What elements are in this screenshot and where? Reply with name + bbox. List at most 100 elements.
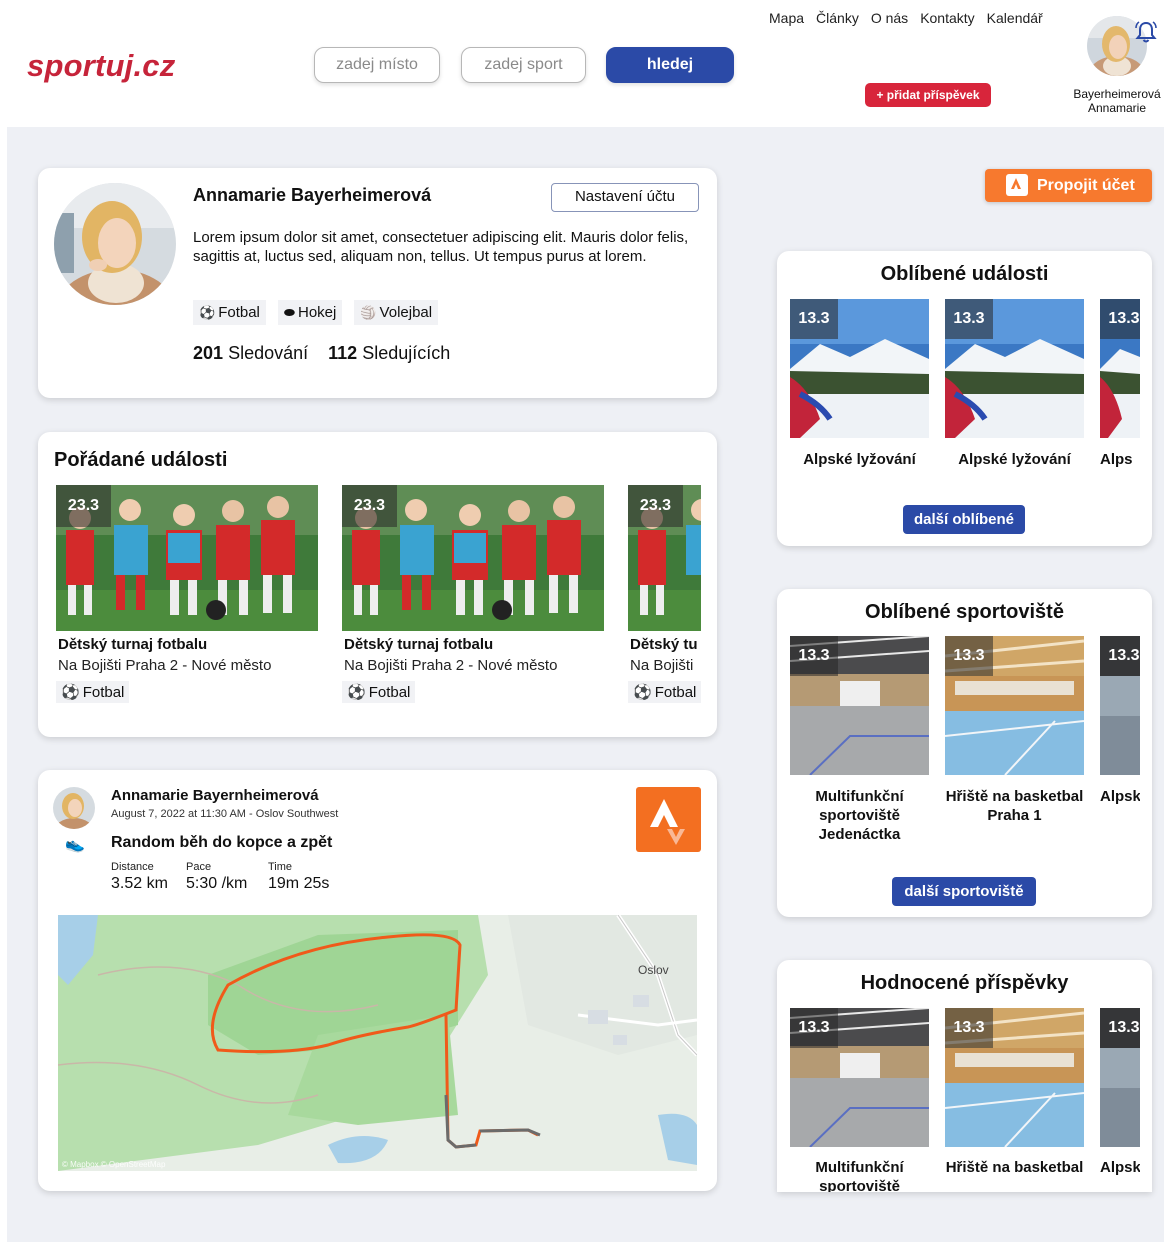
favorite-event-label[interactable]: Alpské lyžování xyxy=(790,450,929,469)
event-location: Na Bojišti Praha 2 - Nové město xyxy=(58,657,272,674)
map-city-label: Oslov xyxy=(638,963,669,977)
top-header: sportuj.cz zadej místo zadej sport hlede… xyxy=(0,0,1164,127)
profile-card: Annamarie Bayerheimerová Nastavení účtu … xyxy=(38,168,717,398)
tag-hockey[interactable]: ⬬ Hokej xyxy=(277,300,343,325)
rated-post-image[interactable]: 13.3 xyxy=(945,1008,1084,1147)
event-sport-tag: ⚽ Fotbal xyxy=(628,681,701,703)
route-map[interactable]: Oslov © Mapbox © OpenStreetMap xyxy=(58,915,697,1171)
favorite-venue-image[interactable]: 13.3 xyxy=(1100,636,1140,775)
favorite-event-date-badge: 13.3 xyxy=(1100,299,1140,339)
rated-post-label[interactable]: Multifunkční sportoviště xyxy=(790,1158,929,1192)
football-icon: ⚽ xyxy=(199,305,216,320)
event-title[interactable]: Dětský turnaj fotbalu xyxy=(56,636,318,653)
rated-post-label[interactable]: Alpsk xyxy=(1100,1158,1140,1177)
rated-post-image[interactable]: 13.3 xyxy=(1100,1008,1140,1147)
running-shoe-icon: 👟 xyxy=(65,836,85,853)
volleyball-icon: 🏐 xyxy=(360,305,377,320)
event-image[interactable]: 23.3 xyxy=(56,485,318,631)
event-image[interactable]: 23.3 xyxy=(342,485,604,631)
activity-author-avatar[interactable] xyxy=(53,787,95,829)
organized-events-title: Pořádané události xyxy=(54,449,228,471)
more-favorites-button[interactable]: další oblíbené xyxy=(903,505,1025,534)
rated-post-date-badge: 13.3 xyxy=(1100,1008,1140,1048)
rated-posts-card: Hodnocené příspěvky 13.3 Multifunkční sp… xyxy=(777,960,1152,1192)
favorite-event-image[interactable]: 13.3 xyxy=(790,299,929,438)
football-icon: ⚽ xyxy=(347,684,366,701)
sport-input[interactable]: zadej sport xyxy=(461,47,586,83)
nav-item-calendar[interactable]: Kalendář xyxy=(987,10,1043,26)
tag-football[interactable]: ⚽ Fotbal xyxy=(193,300,266,325)
tag-volleyball[interactable]: 🏐 Volejbal xyxy=(354,300,439,325)
football-icon: ⚽ xyxy=(61,684,80,701)
favorite-venue-label[interactable]: Hřiště na basketbal Praha 1 xyxy=(945,787,1084,825)
rated-post-date-badge: 13.3 xyxy=(790,1008,838,1048)
favorite-venue-image[interactable]: 13.3 xyxy=(790,636,929,775)
football-icon: ⚽ xyxy=(633,684,652,701)
event-location: Na Bojišti Praha 2 - Nové město xyxy=(344,657,558,674)
favorite-venues-card: Oblíbené sportoviště 13.3 Multifunkční s… xyxy=(777,589,1152,917)
event-sport-tag: ⚽ Fotbal xyxy=(56,681,130,703)
add-post-button[interactable]: + přidat příspěvek xyxy=(865,83,991,107)
nav-item-about[interactable]: O nás xyxy=(871,10,908,26)
following-label[interactable]: Sledování xyxy=(228,343,308,363)
favorite-event-label[interactable]: Alps xyxy=(1100,450,1140,469)
nav-item-map[interactable]: Mapa xyxy=(769,10,804,26)
activity-card: Annamarie Bayernheimerová August 7, 2022… xyxy=(38,770,717,1191)
nav-item-contacts[interactable]: Kontakty xyxy=(920,10,974,26)
event-title[interactable]: Dětský tu xyxy=(628,636,701,653)
favorite-event-date-badge: 13.3 xyxy=(945,299,993,339)
site-logo[interactable]: sportuj.cz xyxy=(27,48,175,84)
notification-bell-icon[interactable] xyxy=(1133,19,1159,45)
following-count[interactable]: 201 xyxy=(193,343,223,363)
favorite-event-image[interactable]: 13.3 xyxy=(945,299,1084,438)
event-item[interactable]: 23.3 Dětský turnaj fotbalu Na Bojišti Pr… xyxy=(342,485,604,703)
favorite-events-card: Oblíbené události 13.3 Alpské lyžování 1… xyxy=(777,251,1152,546)
profile-avatar xyxy=(54,183,176,305)
nav-item-articles[interactable]: Články xyxy=(816,10,859,26)
favorite-venue-date-badge: 13.3 xyxy=(945,636,993,676)
event-date-badge: 23.3 xyxy=(628,485,683,527)
favorite-venue-date-badge: 13.3 xyxy=(1100,636,1140,676)
favorite-events-title: Oblíbené události xyxy=(880,263,1049,285)
favorite-venues-title: Oblíbené sportoviště xyxy=(865,601,1064,623)
hockey-puck-icon: ⬬ xyxy=(283,305,295,320)
favorite-venue-label[interactable]: Multifunkční sportoviště Jedenáctka xyxy=(790,787,929,844)
rated-post-date-badge: 13.3 xyxy=(945,1008,993,1048)
search-button[interactable]: hledej xyxy=(606,47,734,83)
event-item[interactable]: 23.3 Dětský tu Na Bojišti ⚽ Fotbal xyxy=(628,485,701,703)
follow-stats: 201 Sledování 112 Sledujících xyxy=(193,343,450,364)
rated-posts-title: Hodnocené příspěvky xyxy=(860,972,1069,994)
account-settings-button[interactable]: Nastavení účtu xyxy=(551,183,699,212)
event-location: Na Bojišti xyxy=(630,657,694,674)
metric-distance: Distance 3.52 km xyxy=(111,861,168,892)
place-input[interactable]: zadej místo xyxy=(314,47,440,83)
more-venues-button[interactable]: další sportoviště xyxy=(892,877,1036,906)
event-date-badge: 23.3 xyxy=(342,485,397,527)
map-attribution[interactable]: © Mapbox © OpenStreetMap xyxy=(62,1160,165,1169)
activity-author[interactable]: Annamarie Bayernheimerová xyxy=(111,787,319,804)
activity-title[interactable]: Random běh do kopce a zpět xyxy=(111,834,332,852)
metric-pace: Pace 5:30 /km xyxy=(186,861,248,892)
followers-count[interactable]: 112 xyxy=(328,343,357,363)
favorite-event-label[interactable]: Alpské lyžování xyxy=(945,450,1084,469)
event-title[interactable]: Dětský turnaj fotbalu xyxy=(342,636,604,653)
rated-post-label[interactable]: Hřiště na basketbal xyxy=(945,1158,1084,1177)
event-date-badge: 23.3 xyxy=(56,485,111,527)
strava-icon xyxy=(1006,174,1028,196)
sport-tags: ⚽ Fotbal ⬬ Hokej 🏐 Volejbal xyxy=(193,300,439,325)
favorite-venue-image[interactable]: 13.3 xyxy=(945,636,1084,775)
main-nav: Mapa Články O nás Kontakty Kalendář xyxy=(769,10,1043,26)
event-sport-tag: ⚽ Fotbal xyxy=(342,681,416,703)
profile-bio: Lorem ipsum dolor sit amet, consectetuer… xyxy=(193,229,689,265)
connect-account-button[interactable]: Propojit účet xyxy=(985,169,1152,202)
organized-events-card: Pořádané události 23.3 Dětský turnaj fot… xyxy=(38,432,717,737)
event-item[interactable]: 23.3 Dětský turnaj fotbalu Na Bojišti Pr… xyxy=(56,485,318,703)
strava-logo-icon[interactable] xyxy=(636,787,701,852)
favorite-event-date-badge: 13.3 xyxy=(790,299,838,339)
event-image[interactable]: 23.3 xyxy=(628,485,701,631)
header-user-name[interactable]: Bayerheimerová Annamarie xyxy=(1062,87,1164,115)
followers-label[interactable]: Sledujících xyxy=(362,343,450,363)
favorite-venue-label[interactable]: Alpsk xyxy=(1100,787,1140,806)
favorite-event-image[interactable]: 13.3 xyxy=(1100,299,1140,438)
rated-post-image[interactable]: 13.3 xyxy=(790,1008,929,1147)
